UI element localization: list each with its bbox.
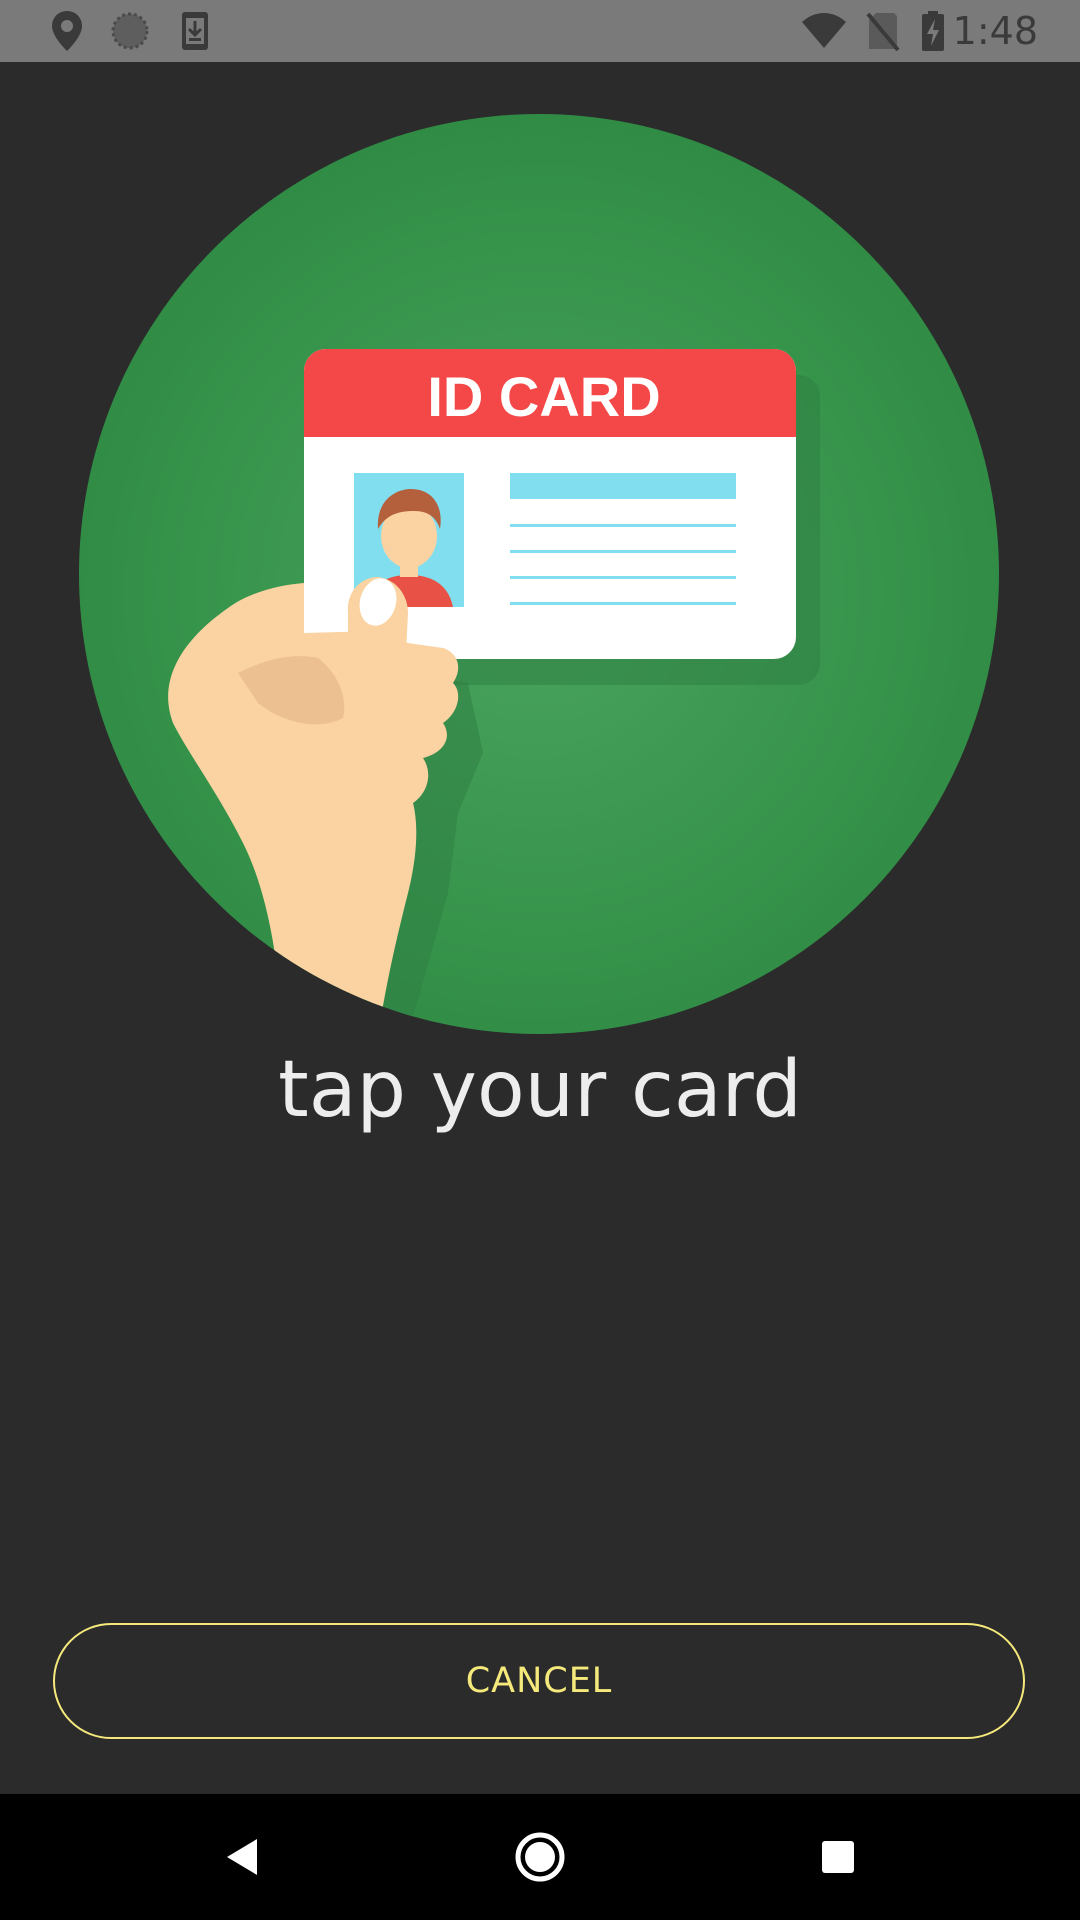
home-button[interactable] [505, 1822, 575, 1892]
back-button[interactable] [206, 1822, 276, 1892]
sync-circle-icon [111, 12, 149, 50]
no-sim-icon [866, 12, 900, 52]
status-time: 1:48 [952, 9, 1038, 53]
wifi-icon [802, 13, 846, 48]
cancel-button[interactable]: CANCEL [53, 1623, 1025, 1739]
card-title: ID CARD [427, 365, 660, 428]
recents-icon [822, 1841, 854, 1873]
back-icon [227, 1839, 257, 1875]
download-icon [182, 12, 208, 50]
navigation-bar [0, 1794, 1080, 1920]
tap-card-prompt: tap your card [278, 1045, 802, 1135]
recents-button[interactable] [803, 1822, 873, 1892]
location-pin-icon [52, 11, 82, 51]
home-icon [515, 1832, 565, 1882]
status-bar: 1:48 [0, 0, 1080, 62]
id-card-illustration: ID CARD [79, 114, 999, 1034]
battery-charging-icon [922, 11, 944, 51]
nfc-tap-screen: 1:48 ID CARD tap your card CANCEL [0, 0, 1080, 1920]
